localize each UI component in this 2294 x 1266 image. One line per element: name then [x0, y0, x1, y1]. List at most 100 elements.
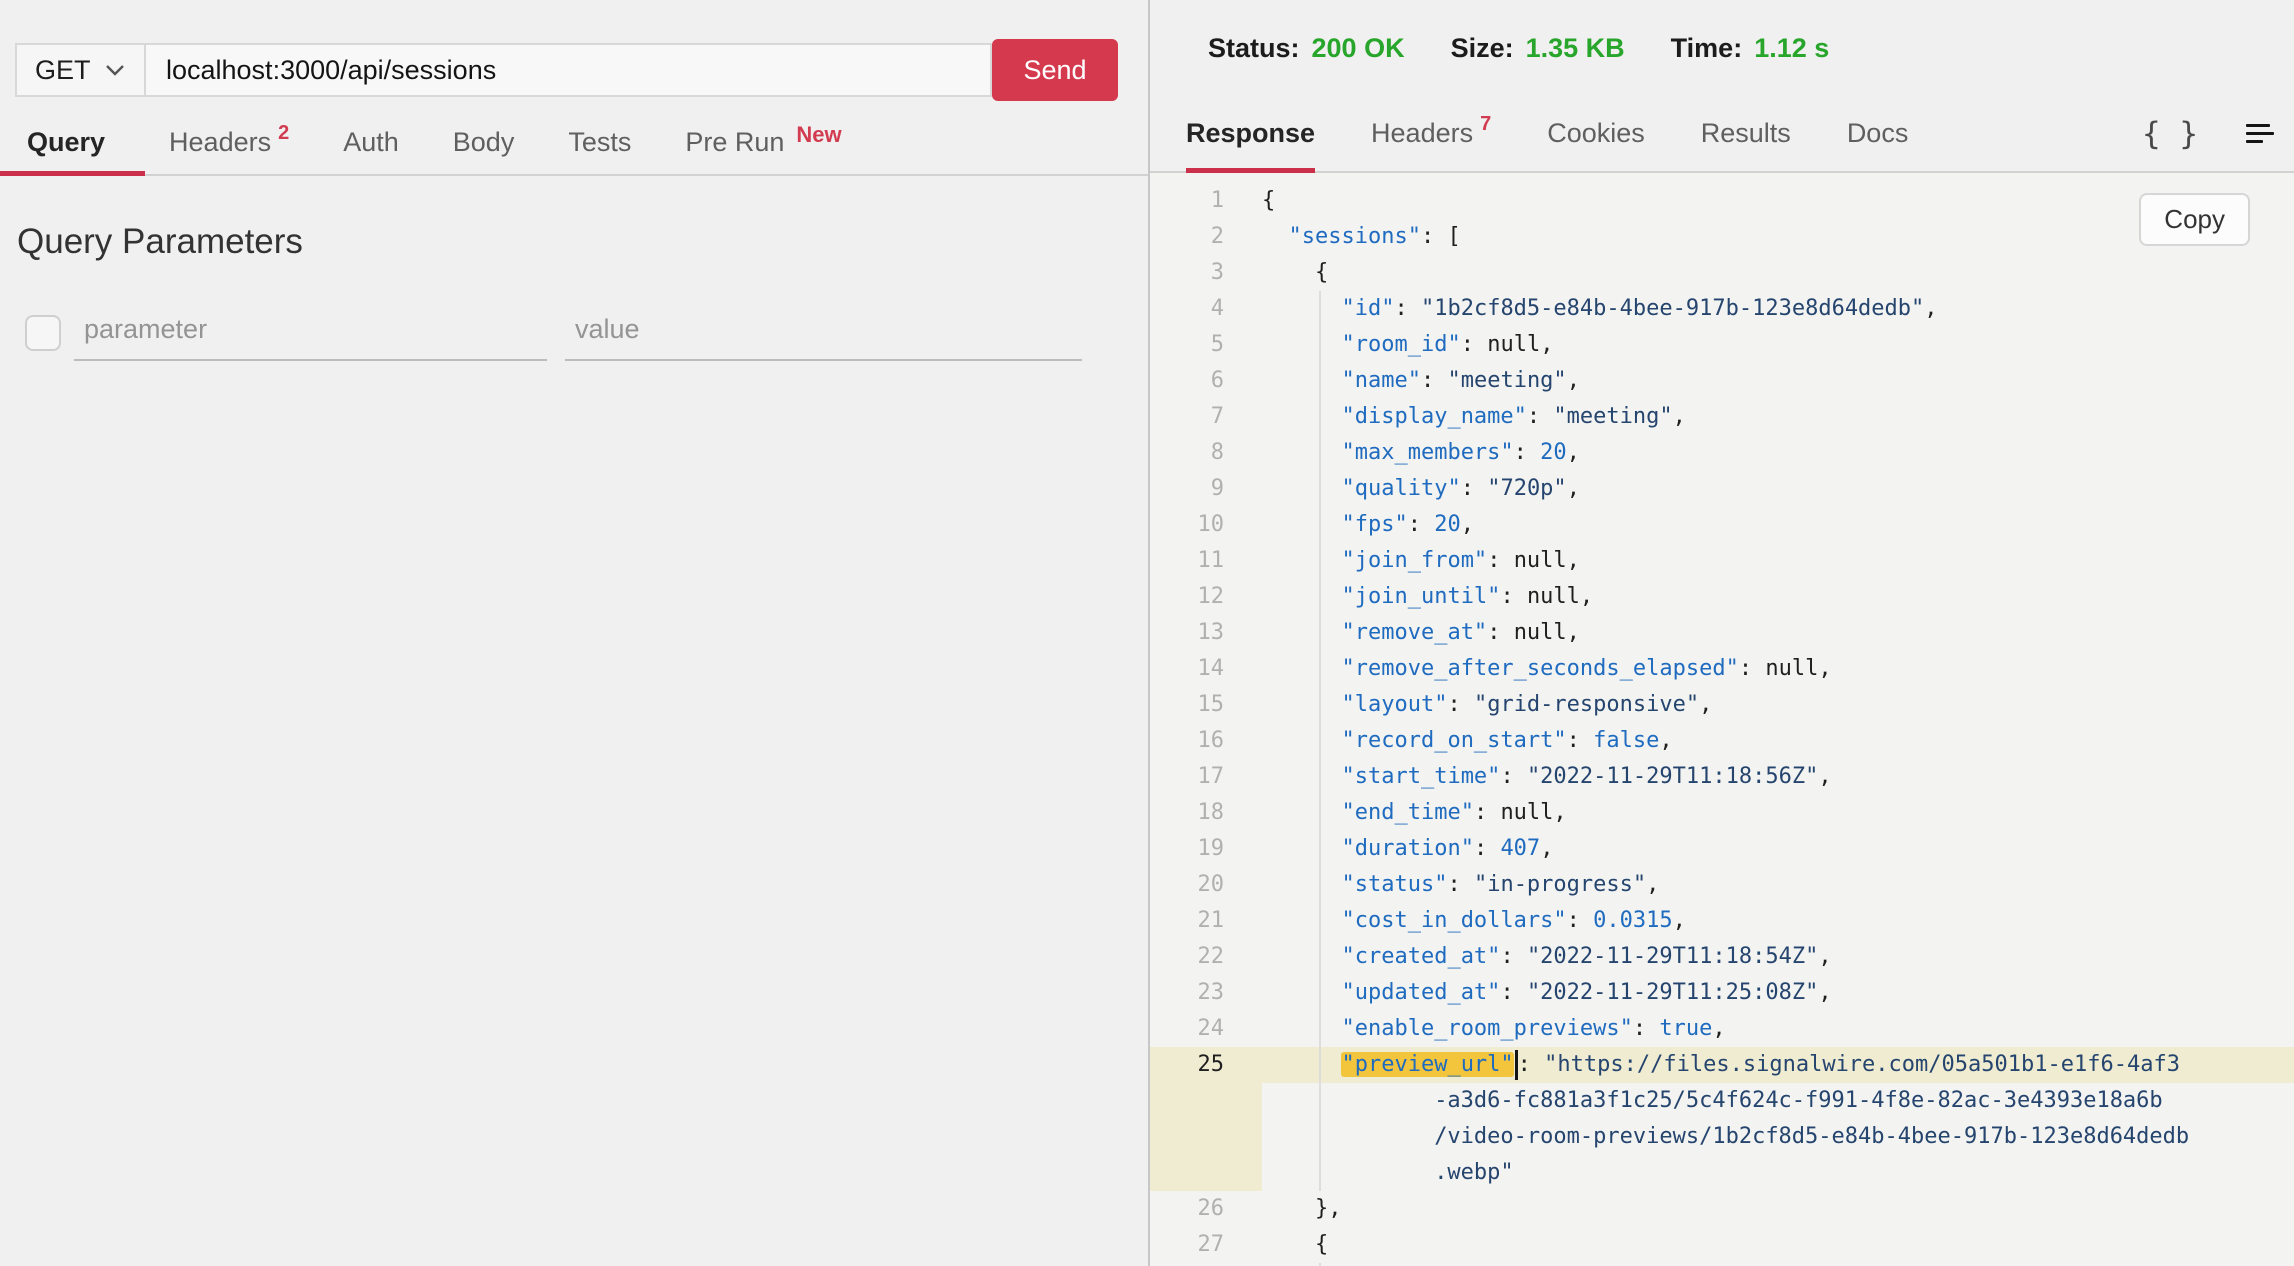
url-bar: GET Send	[15, 40, 1118, 100]
line-number: 17	[1150, 759, 1262, 795]
request-panel: GET Send Query Headers 2 Auth Body Tests	[0, 0, 1150, 1266]
tab-headers[interactable]: Headers 2	[169, 110, 289, 174]
code-line: 17 "start_time": "2022-11-29T11:18:56Z",	[1150, 759, 2294, 795]
line-number: 25	[1150, 1047, 1262, 1083]
code-line: 26 },	[1150, 1191, 2294, 1227]
response-meta-bar: Status: 200 OK Size: 1.35 KB Time: 1.12 …	[1150, 0, 2294, 96]
tab-auth[interactable]: Auth	[343, 110, 399, 174]
line-number	[1150, 1083, 1262, 1119]
query-parameters-title: Query Parameters	[17, 222, 1148, 262]
tab-query[interactable]: Query	[0, 110, 145, 174]
time-meta: Time: 1.12 s	[1671, 33, 1830, 64]
line-number	[1150, 1155, 1262, 1191]
line-number: 10	[1150, 507, 1262, 543]
response-headers-count-badge: 7	[1480, 113, 1491, 136]
code-line: 2 "sessions": [	[1150, 219, 2294, 255]
code-line: 8 "max_members": 20,	[1150, 435, 2294, 471]
code-line: .webp"	[1150, 1155, 2294, 1191]
method-select[interactable]: GET	[15, 43, 146, 97]
code-line: 15 "layout": "grid-responsive",	[1150, 687, 2294, 723]
url-input[interactable]	[146, 43, 992, 97]
code-line: 5 "room_id": null,	[1150, 327, 2294, 363]
code-line: -a3d6-fc881a3f1c25/5c4f624c-f991-4f8e-82…	[1150, 1083, 2294, 1119]
code-line: 3 {	[1150, 255, 2294, 291]
code-line: 27 {	[1150, 1227, 2294, 1263]
code-line: 11 "join_from": null,	[1150, 543, 2294, 579]
code-line: 24 "enable_room_previews": true,	[1150, 1011, 2294, 1047]
line-number: 2	[1150, 219, 1262, 255]
response-toolbar-icons: { }	[2142, 116, 2294, 152]
line-number: 1	[1150, 183, 1262, 219]
line-number	[1150, 1119, 1262, 1155]
parameter-value-input[interactable]	[565, 314, 1082, 361]
code-line: 12 "join_until": null,	[1150, 579, 2294, 615]
line-number: 21	[1150, 903, 1262, 939]
line-number: 22	[1150, 939, 1262, 975]
code-line: 21 "cost_in_dollars": 0.0315,	[1150, 903, 2294, 939]
line-number: 27	[1150, 1227, 1262, 1263]
line-number: 8	[1150, 435, 1262, 471]
code-line: 1{	[1150, 183, 2294, 219]
tab-pre-run[interactable]: Pre Run New	[685, 110, 841, 174]
code-line: 10 "fps": 20,	[1150, 507, 2294, 543]
line-number: 24	[1150, 1011, 1262, 1047]
tab-response[interactable]: Response	[1186, 96, 1315, 171]
line-number: 18	[1150, 795, 1262, 831]
code-line: 16 "record_on_start": false,	[1150, 723, 2294, 759]
code-line: /video-room-previews/1b2cf8d5-e84b-4bee-…	[1150, 1119, 2294, 1155]
code-line: 23 "updated_at": "2022-11-29T11:25:08Z",	[1150, 975, 2294, 1011]
code-line: 18 "end_time": null,	[1150, 795, 2294, 831]
line-number: 9	[1150, 471, 1262, 507]
line-number: 11	[1150, 543, 1262, 579]
line-number: 5	[1150, 327, 1262, 363]
code-line: 25 "preview_url": "https://files.signalw…	[1150, 1047, 2294, 1083]
copy-button[interactable]: Copy	[2139, 193, 2250, 246]
line-number: 12	[1150, 579, 1262, 615]
response-panel: Status: 200 OK Size: 1.35 KB Time: 1.12 …	[1150, 0, 2294, 1266]
status-meta: Status: 200 OK	[1208, 33, 1405, 64]
line-number: 3	[1150, 255, 1262, 291]
new-tag: New	[796, 122, 841, 148]
status-value: 200 OK	[1312, 33, 1405, 64]
line-number: 26	[1150, 1191, 1262, 1227]
code-line: 7 "display_name": "meeting",	[1150, 399, 2294, 435]
size-value: 1.35 KB	[1526, 33, 1625, 64]
headers-count-badge: 2	[278, 122, 289, 145]
tab-body[interactable]: Body	[453, 110, 515, 174]
menu-icon[interactable]	[2242, 120, 2278, 147]
line-number: 19	[1150, 831, 1262, 867]
tab-docs[interactable]: Docs	[1847, 96, 1909, 171]
code-line: 6 "name": "meeting",	[1150, 363, 2294, 399]
line-number: 13	[1150, 615, 1262, 651]
tab-cookies[interactable]: Cookies	[1547, 96, 1645, 171]
code-line: 19 "duration": 407,	[1150, 831, 2294, 867]
code-line: 22 "created_at": "2022-11-29T11:18:54Z",	[1150, 939, 2294, 975]
code-line: 14 "remove_after_seconds_elapsed": null,	[1150, 651, 2294, 687]
tab-results[interactable]: Results	[1701, 96, 1791, 171]
code-line: 13 "remove_at": null,	[1150, 615, 2294, 651]
code-line: 9 "quality": "720p",	[1150, 471, 2294, 507]
time-value: 1.12 s	[1754, 33, 1829, 64]
chevron-down-icon	[106, 65, 124, 76]
code-line: 4 "id": "1b2cf8d5-e84b-4bee-917b-123e8d6…	[1150, 291, 2294, 327]
tab-response-headers[interactable]: Headers 7	[1371, 96, 1491, 171]
line-number: 23	[1150, 975, 1262, 1011]
response-body-viewer[interactable]: Copy 1{2 "sessions": [3 {4 "id": "1b2cf8…	[1150, 173, 2294, 1266]
line-number: 14	[1150, 651, 1262, 687]
code-lines: 1{2 "sessions": [3 {4 "id": "1b2cf8d5-e8…	[1150, 183, 2294, 1266]
line-number: 7	[1150, 399, 1262, 435]
braces-icon[interactable]: { }	[2142, 116, 2198, 152]
method-label: GET	[35, 55, 91, 86]
tab-tests[interactable]: Tests	[568, 110, 631, 174]
line-number: 15	[1150, 687, 1262, 723]
parameter-checkbox[interactable]	[25, 315, 61, 351]
request-tabs: Query Headers 2 Auth Body Tests Pre Run …	[0, 110, 1148, 176]
app-window: GET Send Query Headers 2 Auth Body Tests	[0, 0, 2294, 1266]
line-number: 6	[1150, 363, 1262, 399]
line-number: 20	[1150, 867, 1262, 903]
line-number: 16	[1150, 723, 1262, 759]
response-tabs: Response Headers 7 Cookies Results Docs …	[1150, 96, 2294, 173]
send-button[interactable]: Send	[992, 39, 1118, 101]
code-line: 20 "status": "in-progress",	[1150, 867, 2294, 903]
parameter-name-input[interactable]	[74, 314, 547, 361]
